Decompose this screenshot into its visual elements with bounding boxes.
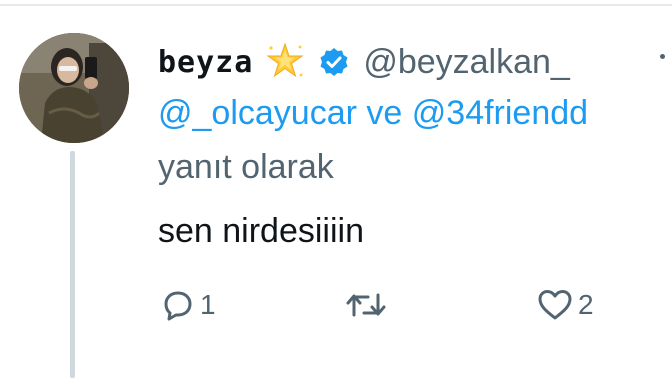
- tweet-actions: 1 2: [0, 280, 672, 330]
- reply-count: 1: [200, 289, 216, 320]
- reply-to-line: @_olcayucar ve @34friendd: [158, 94, 588, 133]
- user-handle[interactable]: @beyzalkan_: [363, 43, 570, 82]
- more-options-dot[interactable]: [660, 54, 665, 59]
- display-name[interactable]: beyza: [158, 45, 253, 80]
- like-count: 2: [578, 289, 594, 320]
- verified-badge-icon[interactable]: [319, 47, 349, 77]
- reply-to-joiner: ve: [366, 94, 403, 132]
- reply-button[interactable]: 1: [160, 280, 216, 330]
- retweet-icon: [344, 287, 388, 323]
- like-button[interactable]: 2: [536, 280, 594, 330]
- reply-to-user-1[interactable]: @_olcayucar: [158, 94, 357, 132]
- tweet-text: sen nirdesiiiin: [158, 212, 364, 250]
- reply-to-user-2[interactable]: @34friendd: [412, 94, 588, 132]
- retweet-button[interactable]: [344, 280, 392, 330]
- tweet-header: beyza @beyzalkan_: [158, 36, 570, 88]
- avatar-photo: [19, 33, 129, 143]
- thread-line: [70, 151, 75, 378]
- top-divider: [0, 4, 672, 6]
- avatar[interactable]: [19, 33, 129, 143]
- heart-icon: [536, 287, 574, 323]
- reply-icon: [160, 287, 196, 323]
- reply-to-suffix: yanıt olarak: [158, 148, 334, 186]
- star-icon: [265, 42, 305, 82]
